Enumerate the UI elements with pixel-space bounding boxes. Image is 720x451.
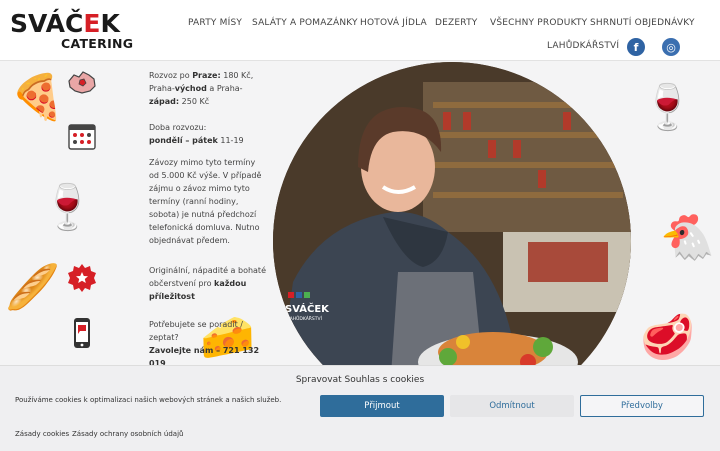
delivery-time-text: Doba rozvozu: pondělí – pátek 11-19 Závo… bbox=[149, 121, 267, 247]
star-badge-icon bbox=[68, 264, 96, 292]
food-pattern-icon: 🥩 bbox=[640, 312, 695, 363]
cookie-title: Spravovat Souhlas s cookies bbox=[295, 375, 425, 385]
logo-subtitle: CATERING bbox=[61, 36, 134, 51]
instagram-icon[interactable]: ◎ bbox=[662, 38, 680, 56]
nav-vsechny-produkty[interactable]: VŠECHNY PRODUKTY bbox=[490, 18, 587, 28]
nav-salaty[interactable]: SALÁTY A POMAZÁNKY bbox=[252, 18, 358, 28]
food-pattern-icon: 🐔 bbox=[660, 212, 715, 263]
nav-dezerty[interactable]: DEZERTY bbox=[435, 18, 477, 28]
nav-hotova-jidla[interactable]: HOTOVÁ JÍDLA bbox=[360, 18, 427, 28]
food-pattern-icon: 🍷 bbox=[640, 82, 695, 133]
nav-lahudkarstvi[interactable]: LAHŮDKÁŘSTVÍ bbox=[547, 41, 619, 51]
delivery-extra-note: Závozy mimo tyto termíny od 5.000 Kč výš… bbox=[149, 158, 262, 245]
nav-shrnuti-objednavky[interactable]: SHRNUTÍ OBJEDNÁVKY bbox=[590, 18, 695, 28]
delivery-price-text: Rozvoz po Praze: 180 Kč, Praha-východ a … bbox=[149, 71, 254, 106]
privacy-policy-link[interactable]: Zásady ochrany osobních údajů bbox=[72, 430, 183, 438]
delivery-info-column: Rozvoz po Praze: 180 Kč, Praha-východ a … bbox=[0, 61, 270, 371]
contact-text: Potřebujete se poradit / zeptat? Zavolejt… bbox=[149, 320, 260, 368]
logo-wordmark: SVÁČEK bbox=[10, 9, 120, 38]
facebook-icon[interactable]: f bbox=[627, 38, 645, 56]
apron-brand: SVÁČEK bbox=[285, 302, 330, 315]
cookie-text: Používáme cookies k optimalizaci našich … bbox=[15, 396, 282, 404]
cookie-preferences-button[interactable]: Předvolby bbox=[580, 395, 704, 417]
delivery-time-label: Doba rozvozu: bbox=[149, 123, 207, 132]
logo[interactable]: SVÁČEK CATERING bbox=[10, 10, 135, 52]
accept-cookies-button[interactable]: Přijmout bbox=[320, 395, 444, 417]
quality-text: Originální, nápadité a bohaté občerstven… bbox=[149, 266, 266, 301]
cookie-policy-link[interactable]: Zásady cookies bbox=[15, 430, 69, 438]
cookie-consent-banner: Spravovat Souhlas s cookies Používáme co… bbox=[0, 365, 720, 451]
phone-icon bbox=[74, 318, 90, 348]
delivery-days: pondělí – pátek 11-19 bbox=[149, 136, 244, 145]
calendar-icon bbox=[68, 124, 96, 150]
site-header: SVÁČEK CATERING PARTY MÍSY SALÁTY A POMA… bbox=[0, 0, 720, 61]
prague-map-icon bbox=[68, 71, 96, 94]
nav-party-misy[interactable]: PARTY MÍSY bbox=[188, 18, 242, 28]
deny-cookies-button[interactable]: Odmítnout bbox=[450, 395, 574, 417]
